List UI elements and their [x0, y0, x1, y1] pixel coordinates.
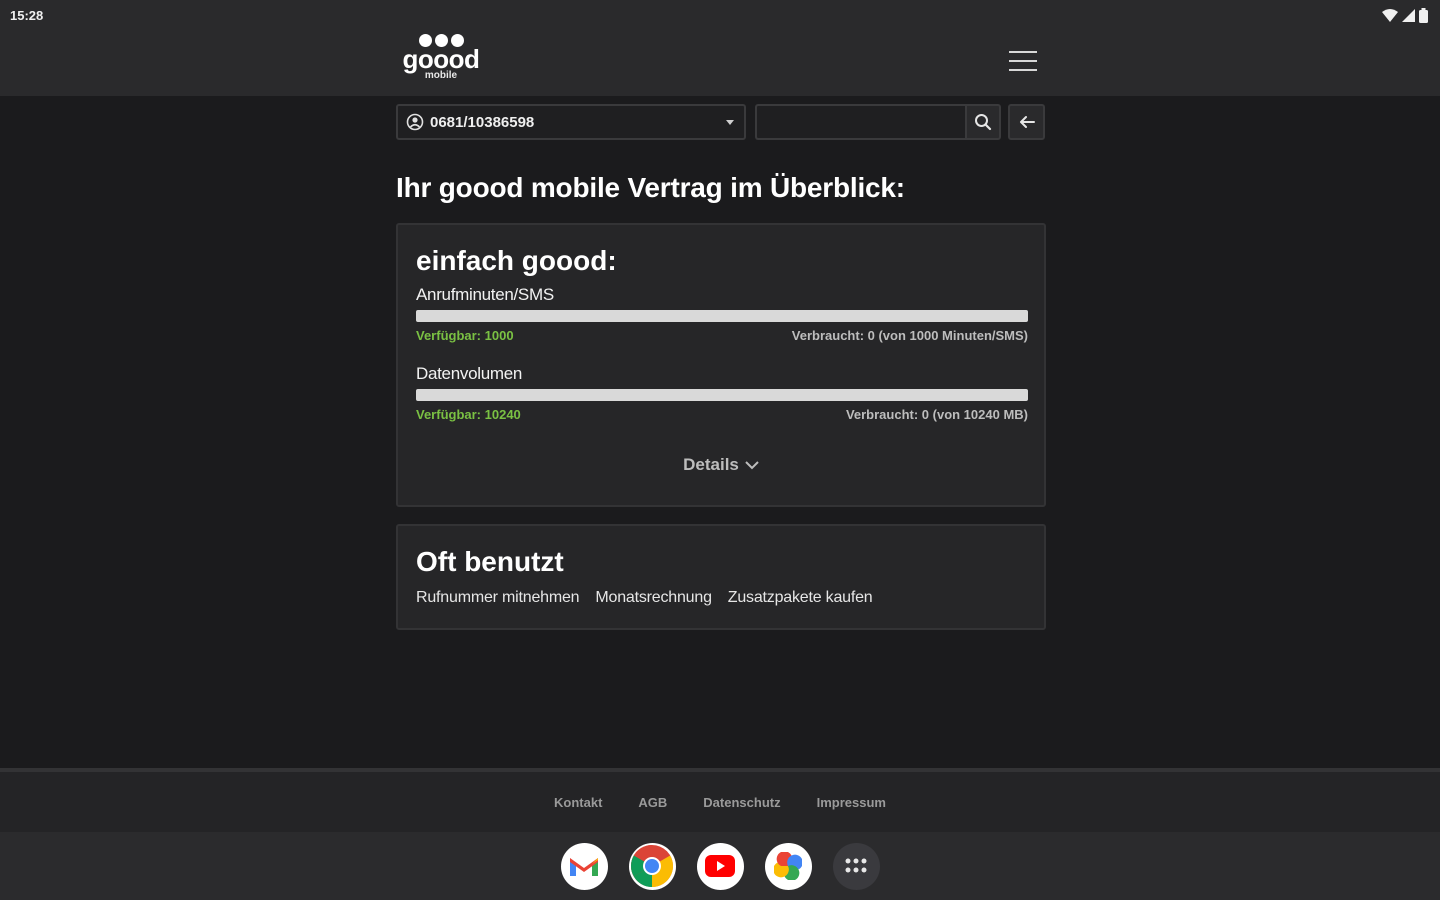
link-zusatzpakete-kaufen[interactable]: Zusatzpakete kaufen: [728, 589, 873, 607]
arrow-left-icon: [1019, 116, 1035, 128]
footer-link-datenschutz[interactable]: Datenschutz: [703, 795, 780, 810]
footer: Kontakt AGB Datenschutz Impressum: [0, 772, 1440, 832]
details-label: Details: [683, 455, 739, 474]
chrome-icon[interactable]: [628, 842, 676, 890]
chevron-down-icon: [745, 461, 759, 470]
frequently-used-card: Oft benutzt Rufnummer mitnehmen Monatsre…: [396, 524, 1046, 630]
usage-data-volume: Datenvolumen Verfügbar: 10240 Verbraucht…: [416, 364, 1028, 422]
plan-title: einfach goood:: [416, 245, 617, 276]
wifi-icon: [1382, 8, 1398, 22]
details-toggle[interactable]: Details: [398, 455, 1044, 475]
frequently-used-title: Oft benutzt: [416, 546, 564, 577]
youtube-icon[interactable]: [696, 842, 744, 890]
usage-used: Verbraucht: 0 (von 10240 MB): [845, 407, 1028, 422]
phone-number-select[interactable]: 0681/10386598: [396, 104, 746, 140]
gmail-icon[interactable]: [560, 842, 608, 890]
status-time: 15:28: [10, 7, 44, 23]
status-icons: [1382, 7, 1428, 23]
hamburger-menu-icon[interactable]: [1006, 46, 1040, 76]
usage-calls-sms: Anrufminuten/SMS Verfügbar: 1000 Verbrau…: [416, 285, 1028, 343]
search-button[interactable]: [965, 104, 1001, 140]
logo-word: goood: [402, 44, 480, 74]
usage-available: Verfügbar: 10240: [416, 407, 521, 422]
plan-card: einfach goood: Anrufminuten/SMS Verfügba…: [396, 223, 1046, 507]
photos-icon[interactable]: [764, 842, 812, 890]
usage-label: Anrufminuten/SMS: [416, 285, 554, 304]
usage-available: Verfügbar: 1000: [416, 328, 514, 343]
usage-progress-bar: [416, 389, 1028, 401]
phone-number-value: 0681/10386598: [430, 113, 535, 131]
frequently-used-links: Rufnummer mitnehmen Monatsrechnung Zusat…: [416, 589, 873, 607]
usage-meta: Verfügbar: 1000 Verbraucht: 0 (von 1000 …: [416, 328, 1028, 343]
back-button[interactable]: [1008, 104, 1045, 140]
app-header: goood mobile: [0, 30, 1440, 96]
user-circle-icon: [406, 113, 424, 131]
logo-sub: mobile: [424, 70, 458, 81]
link-monatsrechnung[interactable]: Monatsrechnung: [595, 589, 712, 607]
battery-icon: [1419, 7, 1428, 23]
status-bar: 15:28: [0, 0, 1440, 30]
footer-link-agb[interactable]: AGB: [638, 795, 667, 810]
footer-link-kontakt[interactable]: Kontakt: [554, 795, 602, 810]
app-drawer-icon[interactable]: [832, 842, 880, 890]
chevron-down-icon: [726, 119, 734, 125]
usage-meta: Verfügbar: 10240 Verbraucht: 0 (von 1024…: [416, 407, 1028, 422]
usage-label: Datenvolumen: [416, 364, 523, 383]
goood-mobile-logo[interactable]: goood mobile: [400, 32, 482, 92]
link-rufnummer-mitnehmen[interactable]: Rufnummer mitnehmen: [416, 589, 580, 607]
app-dock: [0, 832, 1440, 900]
usage-progress-bar: [416, 310, 1028, 322]
page-title: Ihr goood mobile Vertrag im Überblick:: [396, 172, 905, 203]
usage-used: Verbraucht: 0 (von 1000 Minuten/SMS): [791, 328, 1028, 343]
signal-icon: [1402, 8, 1415, 22]
search-input[interactable]: [755, 104, 967, 140]
footer-link-impressum[interactable]: Impressum: [817, 795, 886, 810]
search-icon: [975, 114, 992, 131]
